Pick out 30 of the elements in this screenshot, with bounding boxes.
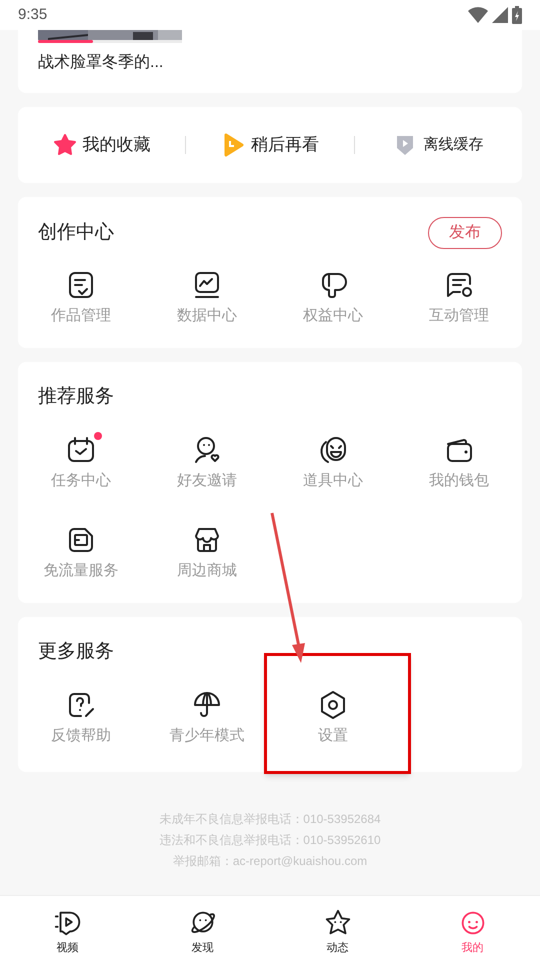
- battery-icon: [512, 6, 522, 24]
- service-item[interactable]: 权益中心: [303, 269, 363, 328]
- shortcut-button[interactable]: 我的收藏: [18, 132, 186, 158]
- service-item[interactable]: 我的钱包: [429, 434, 489, 492]
- service-item[interactable]: 设置: [317, 688, 349, 747]
- section-title: 推荐服务: [38, 385, 114, 410]
- service-item[interactable]: 青少年模式: [170, 688, 244, 747]
- service-item[interactable]: 反馈帮助: [51, 688, 111, 747]
- service-item[interactable]: 免流量服务: [44, 524, 118, 582]
- service-item[interactable]: 周边商城: [177, 524, 237, 582]
- section-title: 创作中心: [38, 220, 114, 245]
- service-item[interactable]: 任务中心: [51, 434, 111, 492]
- wifi-icon: [468, 7, 488, 23]
- tab-item[interactable]: 我的: [405, 896, 540, 960]
- shortcut-button[interactable]: 离线缓存: [354, 133, 522, 157]
- shortcut-button[interactable]: 稍后再看: [186, 132, 354, 158]
- star-icon: [52, 133, 77, 157]
- clock-time: 9:35: [18, 4, 48, 25]
- tab-item[interactable]: 动态: [270, 896, 405, 960]
- section-title: 更多服务: [38, 640, 114, 664]
- service-item[interactable]: 道具中心: [303, 434, 363, 492]
- service-item[interactable]: 数据中心: [177, 269, 237, 328]
- video-title[interactable]: 战术脸罩冬季的...: [38, 51, 502, 75]
- service-item[interactable]: 作品管理: [51, 269, 111, 328]
- signal-icon: [492, 7, 508, 23]
- tab-item[interactable]: 视频: [0, 896, 135, 960]
- service-item[interactable]: 好友邀请: [177, 434, 237, 492]
- tab-item[interactable]: 发现: [135, 896, 270, 960]
- publish-button[interactable]: 发布: [428, 217, 502, 249]
- service-item[interactable]: 互动管理: [429, 269, 489, 328]
